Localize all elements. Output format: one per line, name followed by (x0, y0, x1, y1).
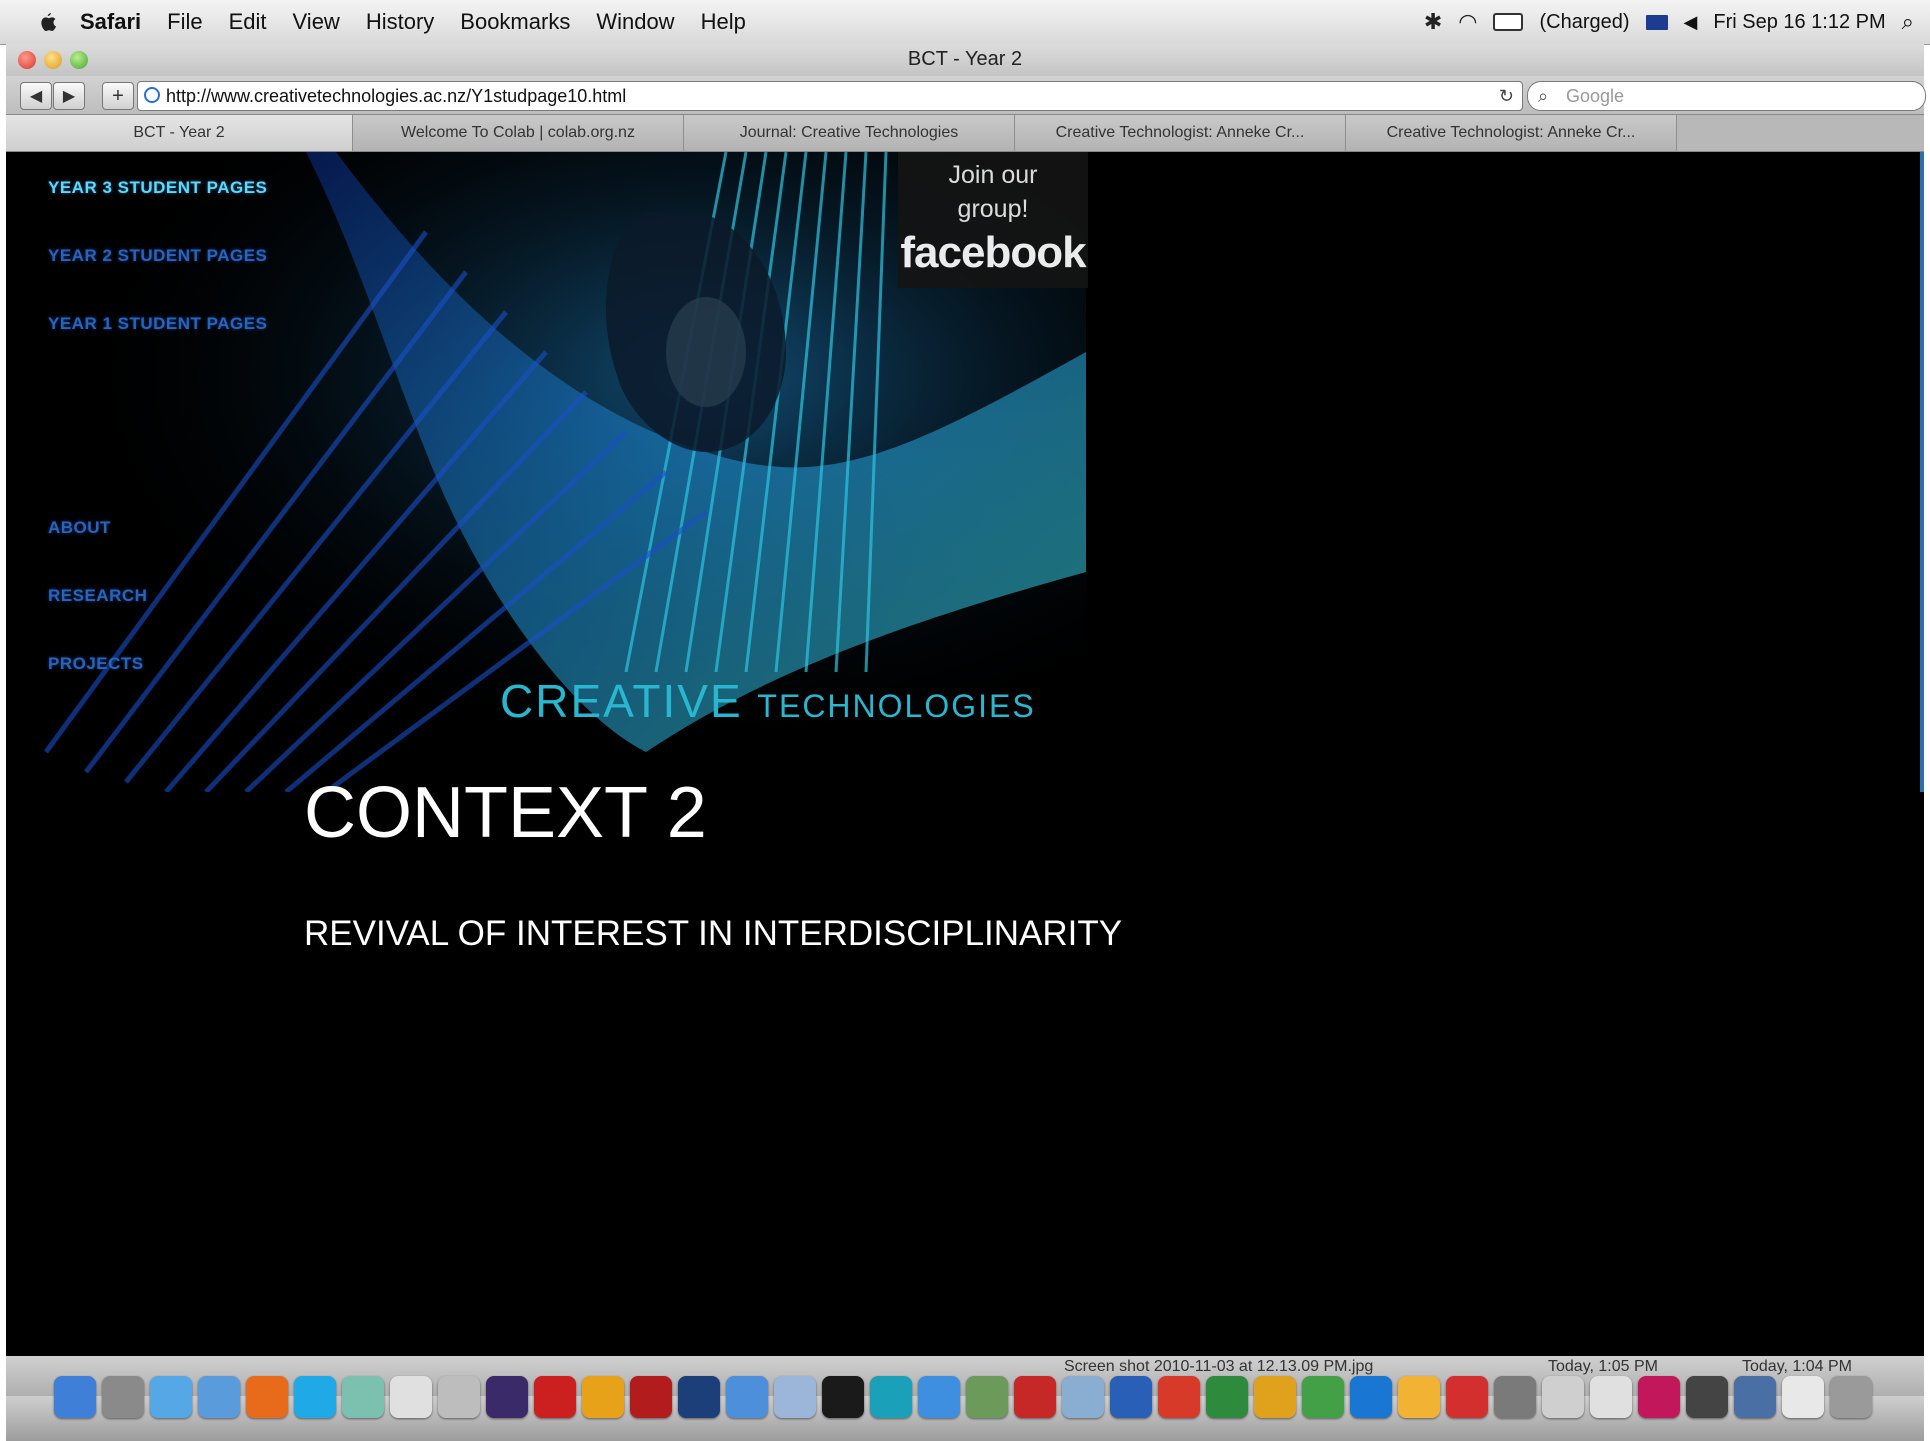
dock-icons (54, 1376, 1872, 1430)
acrobat-pro-icon[interactable] (630, 1376, 672, 1418)
photoshop-icon[interactable] (678, 1376, 720, 1418)
dock-label-today-1: Today, 1:05 PM (1548, 1358, 1658, 1375)
tab-bct-year-2[interactable]: BCT - Year 2 (6, 115, 353, 151)
spotlight-icon[interactable]: ⌕ (1902, 9, 1914, 35)
menu-bookmarks[interactable]: Bookmarks (460, 9, 570, 35)
status-area: ✱ ◠ (Charged) ◀ Fri Sep 16 1:12 PM ⌕ (1424, 0, 1914, 44)
search-icon: ⌕ (1538, 86, 1549, 106)
tab-anneke-2[interactable]: Creative Technologist: Anneke Cr... (1346, 115, 1677, 151)
chat-icon[interactable] (918, 1376, 960, 1418)
facebook-logo: facebook (900, 228, 1086, 277)
back-button[interactable]: ◀ (20, 82, 52, 110)
acrobat-icon[interactable] (534, 1376, 576, 1418)
word-icon[interactable] (1110, 1376, 1152, 1418)
finder-icon[interactable] (54, 1376, 96, 1418)
battery-icon[interactable] (1493, 13, 1524, 31)
tab-anneke-1[interactable]: Creative Technologist: Anneke Cr... (1015, 115, 1346, 151)
drop-icon[interactable] (1446, 1376, 1488, 1418)
bluetooth-icon[interactable]: ✱ (1424, 9, 1442, 35)
url-text: http://www.creativetechnologies.ac.nz/Y1… (166, 86, 627, 106)
page-subheading: REVIVAL OF INTEREST IN INTERDISCIPLINARI… (304, 914, 1123, 953)
c-icon[interactable] (1350, 1376, 1392, 1418)
window-title: BCT - Year 2 (907, 48, 1023, 70)
flag-icon[interactable] (1645, 14, 1668, 30)
preview-icon[interactable] (774, 1376, 816, 1418)
window-title-bar: BCT - Year 2 (6, 44, 1924, 77)
dock-label-screenshot: Screen shot 2010-11-03 at 12.13.09 PM.jp… (1064, 1358, 1374, 1375)
outlook-icon[interactable] (1254, 1376, 1296, 1418)
home-icon[interactable] (1782, 1376, 1824, 1418)
premiere-icon[interactable] (486, 1376, 528, 1418)
calendar-2-icon[interactable] (1590, 1376, 1632, 1418)
compass-icon[interactable] (198, 1376, 240, 1418)
itunes-icon[interactable] (726, 1376, 768, 1418)
clock[interactable]: Fri Sep 16 1:12 PM (1713, 11, 1885, 34)
search-placeholder: Google (1566, 86, 1625, 106)
apple-icon[interactable] (34, 9, 60, 35)
trash-icon[interactable] (1830, 1376, 1872, 1418)
forward-button[interactable]: ▶ (53, 82, 85, 110)
globe-icon[interactable] (1734, 1376, 1776, 1418)
scrollbar[interactable] (1920, 152, 1924, 792)
clapper-icon[interactable] (1686, 1376, 1728, 1418)
p-icon[interactable] (822, 1376, 864, 1418)
page-content: YEAR 3 STUDENT PAGES YEAR 2 STUDENT PAGE… (6, 152, 1924, 1358)
creative-technologies-logo: CREATIVE TECHNOLOGIES (500, 674, 1036, 728)
brand-big: CREATIVE (500, 675, 758, 727)
skype-icon[interactable] (294, 1376, 336, 1418)
safari-icon[interactable] (150, 1376, 192, 1418)
menu-safari[interactable]: Safari (80, 9, 141, 35)
tab-colab[interactable]: Welcome To Colab | colab.org.nz (353, 115, 684, 151)
menu-history[interactable]: History (366, 9, 434, 35)
photo-icon[interactable] (966, 1376, 1008, 1418)
browser-toolbar: ◀ ▶ + http://www.creativetechnologies.ac… (6, 76, 1926, 115)
menu-help[interactable]: Help (701, 9, 746, 35)
dock-label-today-2: Today, 1:04 PM (1742, 1358, 1852, 1375)
messenger-icon[interactable] (1302, 1376, 1344, 1418)
dock-labels: Screen shot 2010-11-03 at 12.13.09 PM.jp… (6, 1356, 1924, 1378)
doc-icon[interactable] (1542, 1376, 1584, 1418)
nav-research[interactable]: RESEARCH (48, 586, 147, 606)
facebook-join-button[interactable]: Join our group! facebook (898, 152, 1088, 288)
menu-window[interactable]: Window (596, 9, 674, 35)
globe-icon (144, 87, 160, 103)
maps-icon[interactable] (342, 1376, 384, 1418)
red-app-icon[interactable] (1014, 1376, 1056, 1418)
address-bar[interactable]: http://www.creativetechnologies.ac.nz/Y1… (137, 81, 1523, 111)
menu-view[interactable]: View (293, 9, 340, 35)
page-heading: CONTEXT 2 (304, 773, 707, 853)
excel-icon[interactable] (1206, 1376, 1248, 1418)
help-icon[interactable] (1158, 1376, 1200, 1418)
add-bookmark-button[interactable]: + (102, 82, 134, 110)
wifi-icon[interactable]: ◠ (1458, 9, 1477, 35)
battery-status: (Charged) (1539, 10, 1630, 33)
nav-about[interactable]: ABOUT (48, 518, 111, 538)
nav-year-1[interactable]: YEAR 1 STUDENT PAGES (48, 314, 267, 334)
brand-small: TECHNOLOGIES (757, 688, 1036, 724)
menu-edit[interactable]: Edit (229, 9, 267, 35)
search-field[interactable]: ⌕ Google (1527, 81, 1926, 111)
image-icon[interactable] (1062, 1376, 1104, 1418)
nav-year-2[interactable]: YEAR 2 STUDENT PAGES (48, 246, 267, 266)
facebook-join-text: Join our group! (948, 161, 1038, 223)
illustrator-icon[interactable] (582, 1376, 624, 1418)
tab-journal[interactable]: Journal: Creative Technologies (684, 115, 1015, 151)
volume-icon[interactable]: ◀ (1684, 12, 1698, 33)
nav-year-3[interactable]: YEAR 3 STUDENT PAGES (48, 178, 267, 198)
menu-file[interactable]: File (167, 9, 202, 35)
firefox-icon[interactable] (246, 1376, 288, 1418)
arduino-icon[interactable] (870, 1376, 912, 1418)
menu-bar: Safari File Edit View History Bookmarks … (0, 0, 1930, 45)
utility-icon[interactable] (102, 1376, 144, 1418)
dock: Screen shot 2010-11-03 at 12.13.09 PM.jp… (6, 1356, 1924, 1441)
calculator-icon[interactable] (438, 1376, 480, 1418)
reload-icon[interactable]: ↻ (1499, 82, 1514, 110)
tab-bar: BCT - Year 2 Welcome To Colab | colab.or… (6, 115, 1924, 152)
puzzle-icon[interactable] (1398, 1376, 1440, 1418)
nav-projects[interactable]: PROJECTS (48, 654, 144, 674)
folder-icon[interactable] (1494, 1376, 1536, 1418)
indesign-icon[interactable] (1638, 1376, 1680, 1418)
calendar-icon[interactable] (390, 1376, 432, 1418)
